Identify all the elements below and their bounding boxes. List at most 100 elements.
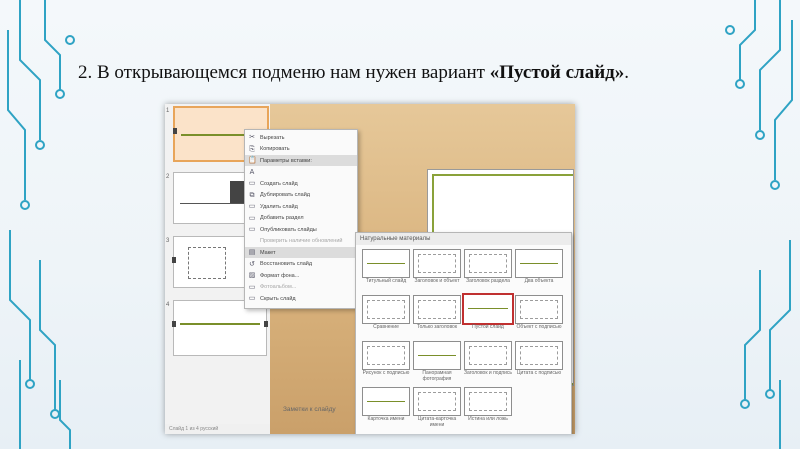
context-menu-item[interactable]: ▨ Формат фона...	[245, 270, 357, 281]
layout-option[interactable]: Рисунок с подписью	[362, 341, 410, 389]
caption-suffix: .	[624, 62, 629, 83]
layout-preview	[515, 249, 563, 278]
layout-option[interactable]: Истина или ложь	[464, 387, 512, 434]
layout-option[interactable]: Объект с подписью	[515, 295, 563, 343]
layout-preview	[462, 293, 514, 325]
powerpoint-screenshot: 1 2 3 4 Слайд 1 из 4 русский Заметки к с…	[165, 104, 575, 434]
reset-icon: ↺	[249, 260, 255, 268]
layout-preview	[362, 387, 410, 416]
context-menu-item[interactable]: ⎘ Копировать	[245, 144, 357, 155]
cut-icon: ✂	[249, 134, 255, 141]
context-menu-item[interactable]: ✂ Вырезать	[245, 132, 357, 143]
context-menu-label: Копировать	[260, 146, 290, 152]
context-menu-label: Опубликовать слайды	[260, 226, 317, 233]
context-menu-item[interactable]: ▭ Скрыть слайд	[245, 293, 357, 304]
context-menu-label: Скрыть слайд	[260, 295, 296, 302]
context-menu-item[interactable]: ▤ Макет	[245, 247, 357, 258]
layout-preview	[515, 341, 563, 370]
context-menu-label: Восстановить слайд	[260, 261, 313, 267]
layout-option[interactable]: Заголовок раздела	[464, 249, 512, 297]
context-menu-item[interactable]: ▭ Фотоальбом...	[245, 282, 357, 293]
layout-label: Рисунок с подписью	[362, 370, 410, 376]
context-menu-item[interactable]: ▭ Опубликовать слайды	[245, 224, 357, 235]
layout-preview	[413, 387, 461, 416]
background-icon: ▨	[248, 272, 256, 279]
publish-icon: ▭	[248, 226, 256, 233]
context-menu-label: Добавить раздел	[260, 215, 304, 221]
layout-preview	[362, 341, 410, 370]
context-menu-label: Вырезать	[260, 134, 285, 141]
context-menu-item[interactable]: ▭ Создать слайд	[245, 178, 357, 189]
section-icon: ▭	[248, 214, 256, 222]
layout-label: Истина или ложь	[468, 416, 508, 422]
layout-option[interactable]: Цитата с подписью	[515, 341, 563, 389]
paste-icon: 📋	[248, 157, 257, 164]
layout-option[interactable]: Заголовок и подпись	[464, 341, 512, 389]
context-menu-label: Формат фона...	[260, 272, 300, 279]
hide-slide-icon: ▭	[248, 295, 256, 302]
duplicate-icon: ⧉	[249, 191, 255, 199]
layout-option[interactable]: Цитата-карточка имени	[413, 387, 461, 434]
thumb-number: 2	[166, 174, 170, 180]
layout-preview	[413, 341, 461, 370]
layout-submenu: Натуральные материалы Титульный слайд Заг…	[355, 232, 572, 434]
layout-preview	[362, 295, 410, 324]
context-menu-label: Макет	[260, 249, 276, 256]
blank-icon	[248, 238, 256, 245]
notes-placeholder[interactable]: Заметки к слайду	[283, 406, 343, 413]
layout-preview	[362, 249, 410, 278]
new-slide-icon: ▭	[248, 180, 256, 187]
context-menu-label: Дублировать слайд	[260, 192, 310, 198]
layout-preview	[464, 387, 512, 416]
caption-emphasis: «Пустой слайд»	[489, 62, 625, 83]
context-menu-item[interactable]: A	[245, 167, 357, 178]
layout-label: Сравнение	[373, 324, 399, 330]
layout-option[interactable]: Только заголовок	[413, 295, 461, 343]
layout-label: Титульный слайд	[365, 278, 407, 284]
layout-label: Объект с подписью	[516, 324, 562, 330]
layout-label: Пустой слайд	[472, 324, 504, 330]
layout-option[interactable]: Сравнение	[362, 295, 410, 343]
layout-label: Заголовок и подпись	[464, 370, 512, 376]
context-menu-item[interactable]: ↺ Восстановить слайд	[245, 259, 357, 270]
layout-label: Цитата-карточка имени	[417, 416, 457, 428]
photo-album-icon: ▭	[248, 283, 256, 291]
context-menu-item[interactable]: Проверить наличие обновлений	[245, 236, 357, 247]
layout-preview	[413, 295, 461, 324]
layout-preview	[413, 249, 461, 278]
layout-option[interactable]: Карточка имени	[362, 387, 410, 434]
context-menu-item[interactable]: ▭ Удалить слайд	[245, 201, 357, 212]
thumb-number: 4	[166, 302, 170, 308]
layout-preview	[464, 341, 512, 370]
copy-icon: ⎘	[249, 145, 255, 153]
thumb-number: 3	[166, 238, 170, 244]
layout-option[interactable]: Два объекта	[515, 249, 563, 297]
context-menu-label: Проверить наличие обновлений	[260, 238, 343, 244]
context-menu-item[interactable]: 📋 Параметры вставки:	[245, 155, 357, 166]
context-menu-item[interactable]: ▭ Добавить раздел	[245, 213, 357, 224]
context-menu-label: Удалить слайд	[260, 203, 298, 210]
layout-label: Карточка имени	[367, 416, 405, 422]
layout-option[interactable]: Пустой слайд	[462, 293, 514, 343]
text-only-icon: A	[249, 168, 255, 176]
context-menu-label: Создать слайд	[260, 180, 298, 187]
submenu-header: Натуральные материалы	[356, 233, 571, 245]
circuit-decoration-right	[725, 0, 793, 449]
thumb-number: 1	[166, 108, 170, 114]
context-menu-item[interactable]: ⧉ Дублировать слайд	[245, 190, 357, 201]
status-bar: Слайд 1 из 4 русский	[165, 424, 279, 434]
context-menu-label: Параметры вставки:	[260, 157, 312, 164]
layout-label: Панорамная фотография	[422, 370, 452, 382]
layout-icon: ▤	[248, 249, 256, 256]
delete-slide-icon: ▭	[248, 203, 256, 210]
context-menu: ✂ Вырезать ⎘ Копировать 📋 Параметры вставки: A…	[244, 129, 358, 309]
layout-option[interactable]: Титульный слайд	[362, 249, 410, 297]
layout-preview	[515, 295, 563, 324]
layout-option[interactable]: Заголовок и объект	[413, 249, 461, 297]
layout-option[interactable]: Панорамная фотография	[413, 341, 461, 389]
caption-text: 2. В открывающемся подменю нам нужен вар…	[78, 62, 490, 83]
layout-preview	[464, 249, 512, 278]
layout-label: Только заголовок	[416, 324, 458, 330]
instruction-caption: 2. В открывающемся подменю нам нужен вар…	[78, 62, 629, 84]
context-menu-label: Фотоальбом...	[260, 284, 297, 290]
